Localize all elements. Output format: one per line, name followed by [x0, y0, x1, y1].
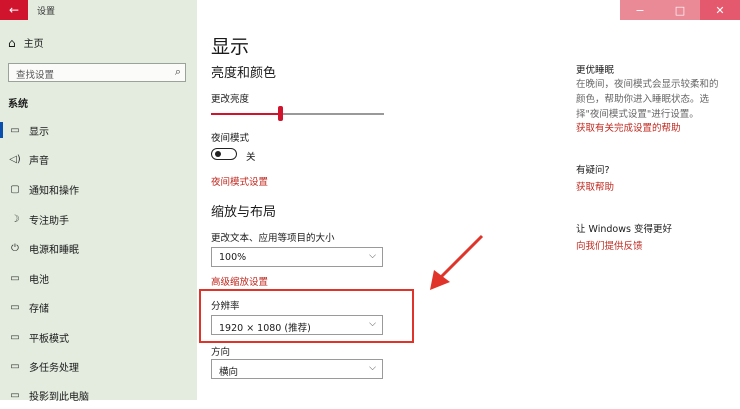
night-light-toggle[interactable]	[211, 148, 237, 160]
annotation-arrow	[430, 234, 484, 290]
storage-icon: ▭	[10, 301, 20, 313]
multitask-icon: ▭	[10, 360, 20, 372]
moon-icon: ☽	[10, 213, 20, 225]
sidebar-item-storage[interactable]: ▭ 存储	[0, 293, 197, 321]
get-help-link[interactable]: 获取帮助	[576, 179, 726, 193]
display-icon: ▭	[10, 124, 20, 136]
sidebar-item-label: 电池	[29, 274, 49, 286]
brightness-label: 更改亮度	[211, 94, 250, 105]
sidebar-item-label: 存储	[29, 303, 49, 315]
sidebar-item-focus-assist[interactable]: ☽ 专注助手	[0, 205, 197, 233]
sidebar-item-label: 专注助手	[29, 215, 69, 227]
search-icon[interactable]: ⌕	[175, 65, 181, 79]
night-light-state: 关	[246, 152, 256, 163]
sidebar-item-label: 平板模式	[29, 333, 69, 345]
dropdown-value: 100%	[219, 252, 247, 263]
project-icon: ▭	[10, 389, 20, 401]
search-input[interactable]: 查找设置 ⌕	[8, 63, 186, 82]
back-arrow-icon: ←	[8, 3, 20, 17]
brightness-slider-thumb[interactable]	[278, 106, 284, 121]
brightness-slider-fill	[211, 113, 281, 115]
maximize-button[interactable]: □	[660, 0, 700, 20]
advanced-scaling-link[interactable]: 高级缩放设置	[211, 274, 268, 288]
better-sleep-description: 在晚间，夜间模式会显示较柔和的颜色，帮助你进入睡眠状态。选择"夜间模式设置"进行…	[576, 79, 719, 120]
night-light-label: 夜间模式	[211, 133, 250, 144]
sidebar-item-power-sleep[interactable]: ⏻ 电源和睡眠	[0, 234, 197, 262]
resolution-dropdown[interactable]: 1920 × 1080 (推荐) ⌵	[211, 315, 383, 335]
toggle-knob	[215, 151, 221, 157]
questions-title: 有疑问?	[576, 165, 610, 176]
setup-help-link[interactable]: 获取有关完成设置的帮助	[576, 120, 726, 134]
dropdown-value: 1920 × 1080 (推荐)	[219, 323, 311, 334]
sidebar: ← 设置 ⌂ 主页 查找设置 ⌕ 系统 ▭ 显示 ◁) 声音 ▢ 通知和操作 ☽…	[0, 0, 197, 403]
sidebar-item-sound[interactable]: ◁) 声音	[0, 145, 197, 173]
brightness-heading: 亮度和颜色	[211, 66, 277, 81]
close-button[interactable]: ✕	[700, 0, 740, 20]
back-button[interactable]: ←	[0, 0, 28, 20]
orientation-label: 方向	[211, 347, 231, 358]
sidebar-item-label: 多任务处理	[29, 362, 79, 374]
dropdown-value: 横向	[219, 367, 239, 378]
sidebar-item-display[interactable]: ▭ 显示	[0, 116, 197, 144]
sidebar-item-label: 声音	[29, 155, 49, 167]
minimize-button[interactable]: −	[620, 0, 660, 20]
tablet-icon: ▭	[10, 331, 20, 343]
sidebar-item-battery[interactable]: ▭ 电池	[0, 264, 197, 292]
power-icon: ⏻	[11, 242, 19, 254]
chevron-down-icon: ⌵	[369, 363, 376, 373]
sidebar-item-label: 投影到此电脑	[29, 391, 89, 403]
sidebar-item-home[interactable]: ⌂ 主页	[8, 35, 44, 51]
sidebar-item-label: 电源和睡眠	[29, 244, 79, 256]
text-size-dropdown[interactable]: 100% ⌵	[211, 247, 383, 267]
battery-icon: ▭	[10, 272, 20, 284]
sidebar-item-notifications[interactable]: ▢ 通知和操作	[0, 175, 197, 203]
text-size-label: 更改文本、应用等项目的大小	[211, 233, 335, 244]
search-placeholder: 查找设置	[16, 70, 55, 81]
chevron-down-icon: ⌵	[369, 251, 376, 261]
active-indicator	[0, 122, 3, 138]
feedback-link[interactable]: 向我们提供反馈	[576, 238, 726, 252]
sidebar-item-tablet-mode[interactable]: ▭ 平板模式	[0, 323, 197, 351]
notification-icon: ▢	[10, 183, 20, 195]
sidebar-item-multitasking[interactable]: ▭ 多任务处理	[0, 352, 197, 380]
home-icon: ⌂	[8, 35, 16, 50]
resolution-label: 分辨率	[211, 301, 240, 312]
night-light-settings-link[interactable]: 夜间模式设置	[211, 174, 268, 188]
chevron-down-icon: ⌵	[369, 319, 376, 329]
speaker-icon: ◁)	[9, 153, 21, 165]
sidebar-item-label: 显示	[29, 126, 49, 138]
page-title: 显示	[211, 36, 250, 58]
better-sleep-title: 更优睡眠	[576, 65, 615, 76]
scale-layout-heading: 缩放与布局	[211, 205, 277, 220]
sidebar-item-project[interactable]: ▭ 投影到此电脑	[0, 381, 197, 409]
window-title: 设置	[37, 7, 56, 17]
home-label: 主页	[23, 39, 44, 50]
sidebar-item-label: 通知和操作	[29, 185, 79, 197]
orientation-dropdown[interactable]: 横向 ⌵	[211, 359, 383, 379]
section-label: 系统	[8, 99, 28, 110]
window-controls: − □ ✕	[620, 0, 740, 20]
improve-windows-title: 让 Windows 变得更好	[576, 224, 672, 235]
